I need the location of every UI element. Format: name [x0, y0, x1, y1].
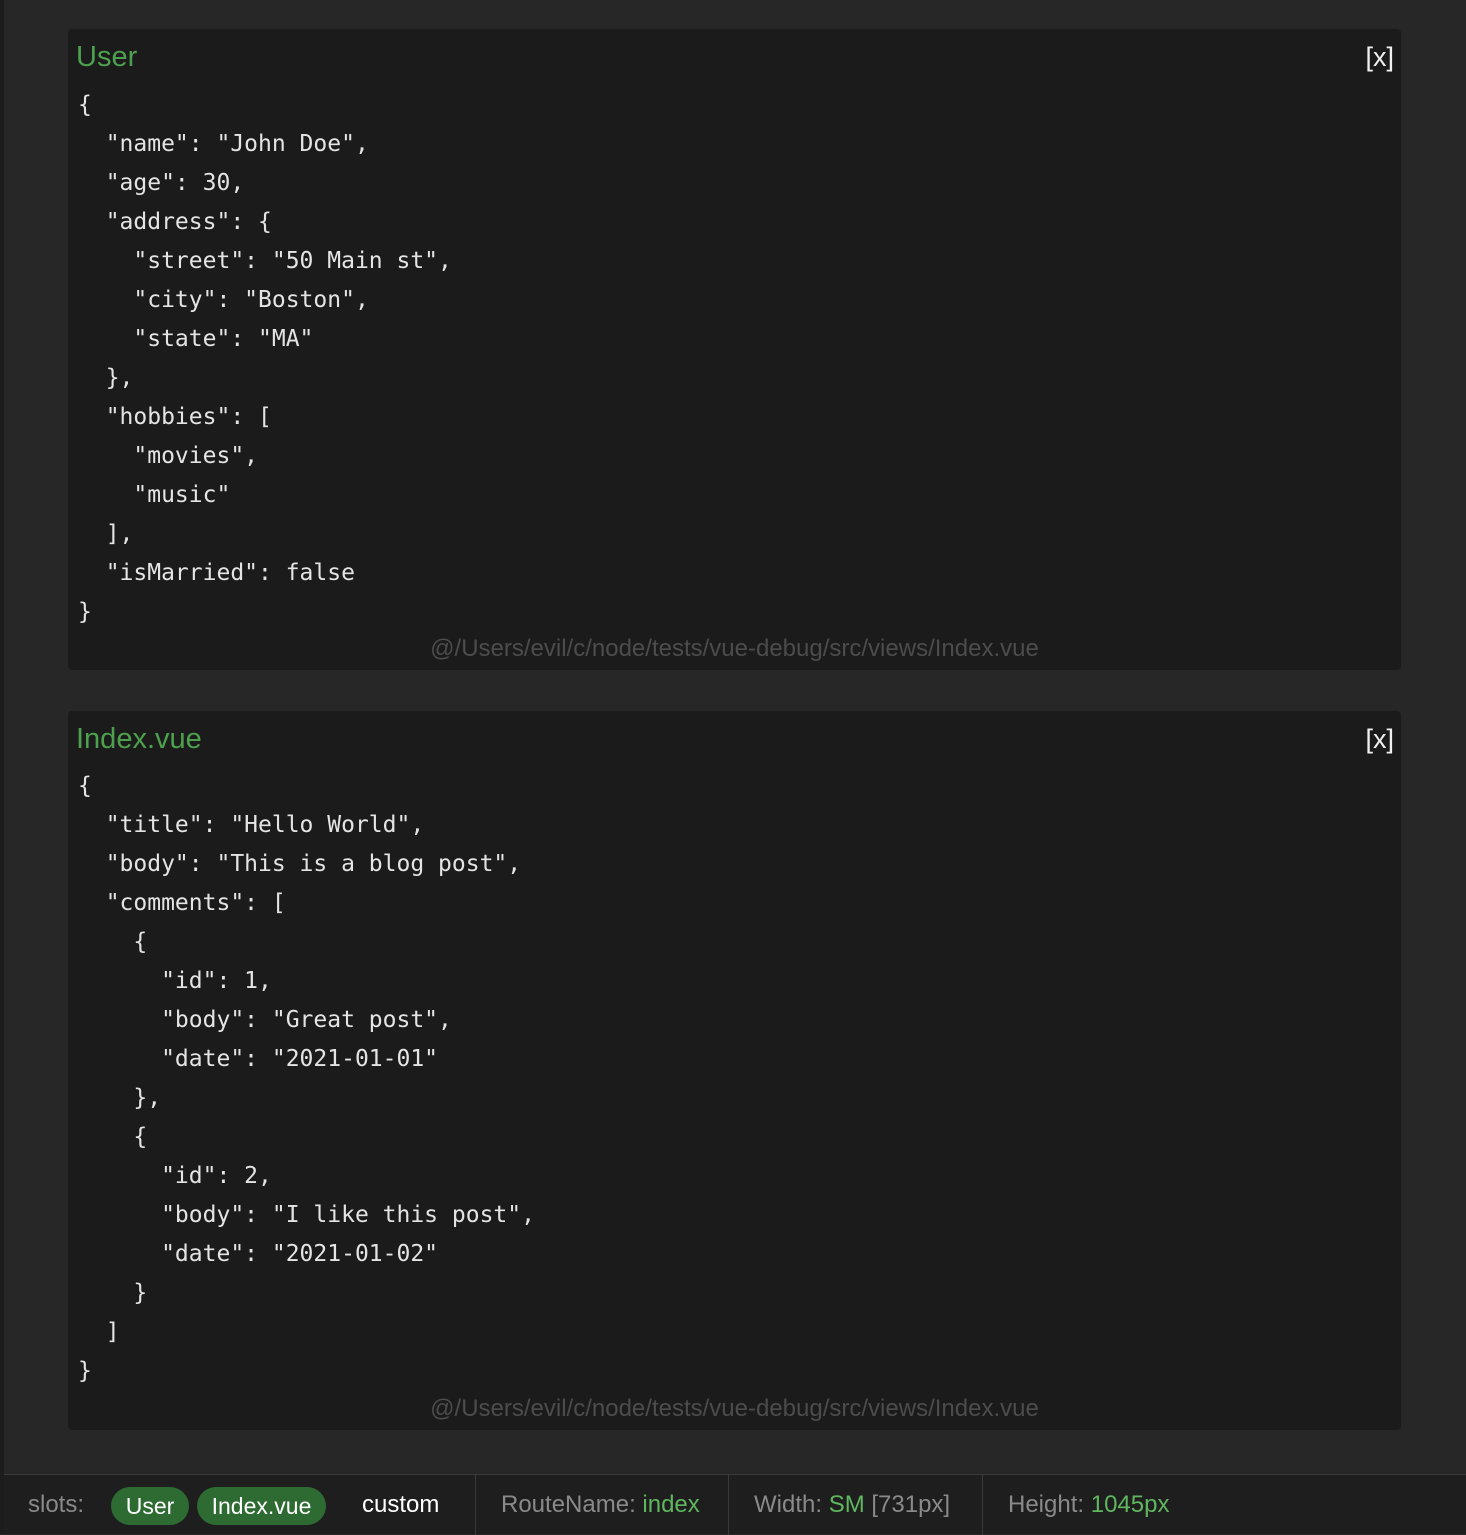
slot-chip-index-vue[interactable]: Index.vue	[197, 1487, 326, 1525]
json-viewer: { "title": "Hello World", "body": "This …	[78, 773, 535, 1384]
width-breakpoint: SM	[828, 1491, 865, 1518]
height-label: Height:	[1008, 1491, 1085, 1518]
panel-title: Index.vue	[76, 723, 202, 755]
status-divider	[728, 1475, 729, 1535]
slot-chip-user[interactable]: User	[111, 1487, 189, 1525]
width-pixels: [731px]	[871, 1491, 951, 1518]
width-label: Width:	[754, 1491, 823, 1518]
status-divider	[982, 1475, 983, 1535]
route-name-info: RouteName: index	[501, 1488, 700, 1522]
close-button[interactable]: [x]	[1365, 721, 1394, 757]
route-name-label: RouteName:	[501, 1491, 636, 1518]
status-bar: slots: User Index.vue custom RouteName: …	[4, 1474, 1466, 1535]
height-info: Height: 1045px	[1008, 1488, 1169, 1522]
status-divider	[475, 1475, 476, 1535]
debug-panel-user: User [x] { "name": "John Doe", "age": 30…	[68, 29, 1401, 670]
json-viewer: { "name": "John Doe", "age": 30, "addres…	[78, 92, 452, 625]
custom-slot-toggle[interactable]: custom	[362, 1488, 439, 1522]
close-button[interactable]: [x]	[1365, 39, 1394, 75]
panel-title: User	[76, 41, 138, 73]
route-name-value: index	[642, 1491, 700, 1518]
width-info: Width: SM [731px]	[754, 1488, 950, 1522]
source-path: @/Users/evil/c/node/tests/vue-debug/src/…	[430, 1395, 1039, 1422]
debug-panel-index: Index.vue [x] { "title": "Hello World", …	[68, 711, 1401, 1430]
window-edge	[0, 0, 4, 1534]
slots-label: slots:	[28, 1491, 85, 1518]
source-path: @/Users/evil/c/node/tests/vue-debug/src/…	[430, 635, 1039, 662]
height-value: 1045px	[1090, 1491, 1170, 1518]
